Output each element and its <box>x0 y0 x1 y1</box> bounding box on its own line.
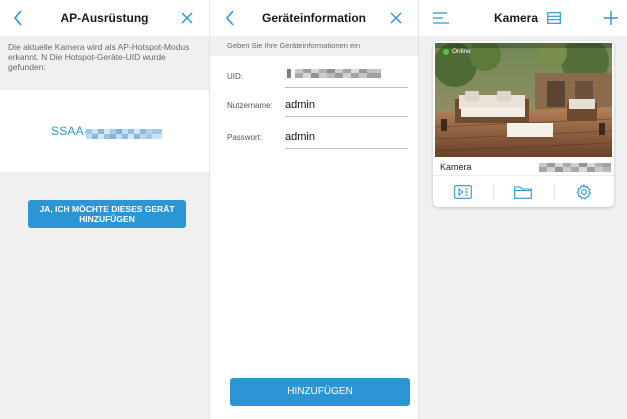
camera-card: Online Kamera <box>433 41 614 207</box>
camera-preview[interactable]: Online <box>435 43 612 157</box>
camera-list-screen: Kamera Online Kamera <box>419 0 627 419</box>
plus-icon[interactable] <box>599 6 623 30</box>
device-info-header: Geräteinformation <box>210 0 418 36</box>
camera-name: Kamera <box>440 162 472 172</box>
playback-icon[interactable] <box>433 182 493 202</box>
username-field[interactable]: admin <box>285 95 408 117</box>
ap-header: AP-Ausrüstung <box>0 0 209 36</box>
close-icon[interactable] <box>384 6 408 30</box>
camera-list-header: Kamera <box>419 0 627 36</box>
close-icon[interactable] <box>175 6 199 30</box>
password-label: Passwort: <box>227 133 263 142</box>
uid-redacted <box>287 69 381 78</box>
folder-icon[interactable] <box>493 182 553 202</box>
settings-icon[interactable] <box>554 182 614 202</box>
username-row: Nutzername: admin <box>227 95 418 125</box>
online-status: Online <box>443 48 471 55</box>
uid-field[interactable] <box>285 66 408 88</box>
camera-uid-redacted <box>539 163 611 172</box>
camera-actions <box>433 175 614 205</box>
camera-preview-image <box>435 43 612 157</box>
uid-prefix: SSAA- <box>51 124 89 138</box>
device-info-subtitle: Geben Sie Ihre Geräteinformationen ein <box>210 36 418 56</box>
ap-equipment-screen: AP-Ausrüstung Die aktuelle Kamera wird a… <box>0 0 209 419</box>
uid-label: UID: <box>227 72 243 81</box>
password-field[interactable]: admin <box>285 127 408 149</box>
online-dot <box>443 48 449 55</box>
username-label: Nutzername: <box>227 101 273 110</box>
uid-row: UID: <box>227 66 418 96</box>
page-title: Kamera <box>493 11 539 25</box>
device-info-screen: Geräteinformation Geben Sie Ihre Gerätei… <box>209 0 419 419</box>
password-row: Passwort: admin <box>227 127 418 157</box>
uid-display: SSAA- <box>0 90 209 172</box>
hotspot-info-text: Die aktuelle Kamera wird als AP-Hotspot-… <box>0 36 209 90</box>
add-submit-button[interactable]: HINZUFÜGEN <box>230 378 410 406</box>
add-device-button[interactable]: JA, ICH MÖCHTE DIESES GERÄT HINZUFÜGEN <box>28 200 186 228</box>
uid-redacted <box>86 126 162 139</box>
layout-icon[interactable] <box>542 6 566 30</box>
